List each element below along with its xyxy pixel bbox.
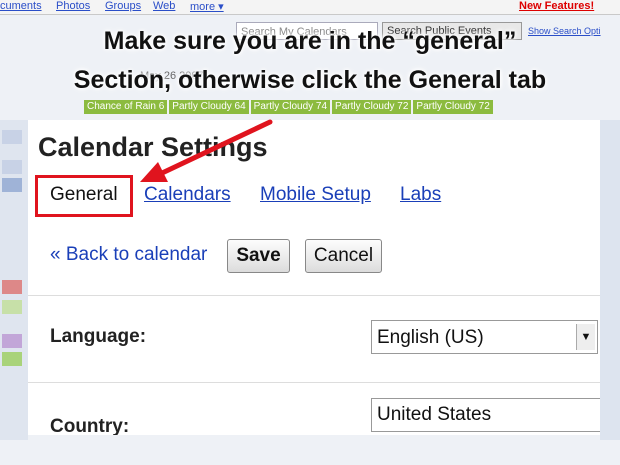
country-select[interactable]: United States <box>371 398 600 432</box>
nav-link-photos[interactable]: Photos <box>56 0 90 12</box>
country-select-value: United States <box>377 404 492 425</box>
tab-mobile-setup[interactable]: Mobile Setup <box>260 184 371 206</box>
weather-item: Partly Cloudy 64 <box>169 100 249 114</box>
tab-calendars[interactable]: Calendars <box>144 184 231 206</box>
save-button[interactable]: Save <box>227 239 290 273</box>
instruction-line-2: Section, otherwise click the General tab <box>73 66 547 94</box>
language-label: Language: <box>50 326 147 347</box>
weather-item: Chance of Rain 6 <box>84 100 168 114</box>
country-label: Country: <box>50 416 130 435</box>
weather-item: Partly Cloudy 72 <box>332 100 412 114</box>
cancel-button[interactable]: Cancel <box>305 239 382 273</box>
instruction-caption: Make sure you are in the “general” Secti… <box>0 22 620 100</box>
language-select-value: English (US) <box>377 327 484 348</box>
section-divider <box>28 295 600 296</box>
top-navigation-bar: cuments Photos Groups Web more ▾ New Fea… <box>0 0 620 15</box>
language-select[interactable]: English (US) ▼ <box>371 320 598 354</box>
weather-item: Partly Cloudy 72 <box>413 100 493 114</box>
new-features-link[interactable]: New Features! <box>519 0 594 12</box>
settings-title: Calendar Settings <box>38 132 268 162</box>
right-edge-strip <box>600 120 620 440</box>
nav-link-documents[interactable]: cuments <box>0 0 42 12</box>
weather-row: Chance of Rain 6 Partly Cloudy 64 Partly C… <box>84 100 544 114</box>
section-divider <box>28 382 600 383</box>
nav-link-web[interactable]: Web <box>153 0 175 12</box>
instruction-line-1: Make sure you are in the “general” <box>103 27 517 55</box>
weather-item: Partly Cloudy 74 <box>250 100 331 114</box>
mini-calendar-sidebar <box>0 120 28 440</box>
nav-link-groups[interactable]: Groups <box>105 0 141 12</box>
chevron-down-icon[interactable]: ▼ <box>576 324 595 350</box>
back-to-calendar-link[interactable]: « Back to calendar <box>50 244 207 266</box>
nav-link-more[interactable]: more ▾ <box>190 0 224 13</box>
tab-labs[interactable]: Labs <box>400 184 441 206</box>
general-tab-highlight-box <box>35 175 133 217</box>
calendar-settings-panel: Calendar Settings General Calendars Mobi… <box>28 120 600 435</box>
